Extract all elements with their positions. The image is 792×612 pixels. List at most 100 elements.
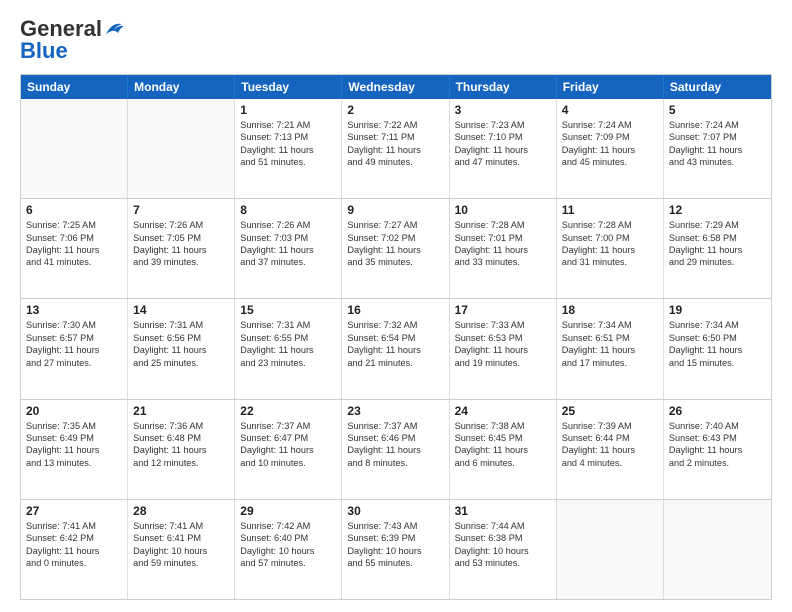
cell-line: Sunrise: 7:39 AM [562,420,658,432]
cell-line: Sunset: 7:02 PM [347,232,443,244]
cell-line: Daylight: 11 hours [669,144,766,156]
weekday-header-tuesday: Tuesday [235,75,342,99]
cell-line: Sunset: 7:01 PM [455,232,551,244]
cell-line: and 15 minutes. [669,357,766,369]
cell-line: and 51 minutes. [240,156,336,168]
day-number: 13 [26,303,122,317]
cell-line: Daylight: 11 hours [562,344,658,356]
day-number: 24 [455,404,551,418]
cell-line: Sunrise: 7:31 AM [240,319,336,331]
calendar-cell: 24Sunrise: 7:38 AMSunset: 6:45 PMDayligh… [450,400,557,499]
cell-line: Sunrise: 7:27 AM [347,219,443,231]
cell-line: Sunset: 6:50 PM [669,332,766,344]
cell-line: Daylight: 11 hours [240,444,336,456]
calendar-cell: 11Sunrise: 7:28 AMSunset: 7:00 PMDayligh… [557,199,664,298]
day-number: 19 [669,303,766,317]
day-number: 26 [669,404,766,418]
cell-line: and 2 minutes. [669,457,766,469]
cell-line: Sunrise: 7:35 AM [26,420,122,432]
cell-line: and 27 minutes. [26,357,122,369]
cell-line: Sunset: 7:11 PM [347,131,443,143]
day-number: 2 [347,103,443,117]
cell-line: Sunset: 6:48 PM [133,432,229,444]
day-number: 6 [26,203,122,217]
day-number: 15 [240,303,336,317]
cell-line: and 21 minutes. [347,357,443,369]
day-number: 27 [26,504,122,518]
calendar-cell: 15Sunrise: 7:31 AMSunset: 6:55 PMDayligh… [235,299,342,398]
cell-line: Sunrise: 7:34 AM [669,319,766,331]
cell-line: Sunrise: 7:40 AM [669,420,766,432]
cell-line: and 41 minutes. [26,256,122,268]
calendar-cell: 4Sunrise: 7:24 AMSunset: 7:09 PMDaylight… [557,99,664,198]
day-number: 5 [669,103,766,117]
cell-line: Daylight: 11 hours [26,344,122,356]
cell-line: and 29 minutes. [669,256,766,268]
cell-line: Daylight: 11 hours [347,444,443,456]
cell-line: and 39 minutes. [133,256,229,268]
cell-line: and 13 minutes. [26,457,122,469]
cell-line: Daylight: 11 hours [562,244,658,256]
cell-line: Sunrise: 7:37 AM [240,420,336,432]
calendar-row-4: 27Sunrise: 7:41 AMSunset: 6:42 PMDayligh… [21,499,771,599]
calendar-cell: 12Sunrise: 7:29 AMSunset: 6:58 PMDayligh… [664,199,771,298]
calendar-cell: 22Sunrise: 7:37 AMSunset: 6:47 PMDayligh… [235,400,342,499]
cell-line: Daylight: 11 hours [133,444,229,456]
cell-line: Sunrise: 7:24 AM [669,119,766,131]
cell-line: Sunset: 7:05 PM [133,232,229,244]
cell-line: and 12 minutes. [133,457,229,469]
day-number: 30 [347,504,443,518]
calendar-row-3: 20Sunrise: 7:35 AMSunset: 6:49 PMDayligh… [21,399,771,499]
cell-line: Sunrise: 7:41 AM [26,520,122,532]
cell-line: Daylight: 11 hours [240,244,336,256]
cell-line: Sunrise: 7:43 AM [347,520,443,532]
day-number: 9 [347,203,443,217]
calendar-cell: 26Sunrise: 7:40 AMSunset: 6:43 PMDayligh… [664,400,771,499]
cell-line: Sunrise: 7:44 AM [455,520,551,532]
day-number: 17 [455,303,551,317]
calendar-cell [128,99,235,198]
cell-line: Sunset: 6:45 PM [455,432,551,444]
header: General Blue [20,16,772,64]
cell-line: Sunrise: 7:30 AM [26,319,122,331]
day-number: 20 [26,404,122,418]
cell-line: Sunset: 6:54 PM [347,332,443,344]
cell-line: and 31 minutes. [562,256,658,268]
calendar-cell: 7Sunrise: 7:26 AMSunset: 7:05 PMDaylight… [128,199,235,298]
cell-line: Sunrise: 7:37 AM [347,420,443,432]
cell-line: and 23 minutes. [240,357,336,369]
cell-line: Sunrise: 7:38 AM [455,420,551,432]
cell-line: Daylight: 11 hours [455,244,551,256]
cell-line: and 59 minutes. [133,557,229,569]
cell-line: Sunrise: 7:34 AM [562,319,658,331]
cell-line: Sunset: 6:40 PM [240,532,336,544]
calendar-cell: 18Sunrise: 7:34 AMSunset: 6:51 PMDayligh… [557,299,664,398]
cell-line: Sunrise: 7:28 AM [562,219,658,231]
day-number: 23 [347,404,443,418]
cell-line: Sunset: 6:42 PM [26,532,122,544]
cell-line: Sunrise: 7:42 AM [240,520,336,532]
calendar-cell: 17Sunrise: 7:33 AMSunset: 6:53 PMDayligh… [450,299,557,398]
cell-line: and 19 minutes. [455,357,551,369]
cell-line: Sunrise: 7:29 AM [669,219,766,231]
calendar-row-1: 6Sunrise: 7:25 AMSunset: 7:06 PMDaylight… [21,198,771,298]
weekday-header-wednesday: Wednesday [342,75,449,99]
cell-line: Sunrise: 7:32 AM [347,319,443,331]
cell-line: Daylight: 11 hours [562,444,658,456]
cell-line: Daylight: 11 hours [669,344,766,356]
calendar-cell: 16Sunrise: 7:32 AMSunset: 6:54 PMDayligh… [342,299,449,398]
weekday-header-saturday: Saturday [664,75,771,99]
cell-line: Sunset: 6:56 PM [133,332,229,344]
calendar-cell: 25Sunrise: 7:39 AMSunset: 6:44 PMDayligh… [557,400,664,499]
cell-line: Sunset: 7:00 PM [562,232,658,244]
cell-line: Sunset: 6:55 PM [240,332,336,344]
day-number: 14 [133,303,229,317]
cell-line: and 33 minutes. [455,256,551,268]
cell-line: Sunrise: 7:41 AM [133,520,229,532]
calendar-cell: 23Sunrise: 7:37 AMSunset: 6:46 PMDayligh… [342,400,449,499]
cell-line: and 0 minutes. [26,557,122,569]
logo-blue: Blue [20,38,68,64]
cell-line: Sunset: 6:43 PM [669,432,766,444]
cell-line: Daylight: 10 hours [240,545,336,557]
cell-line: and 57 minutes. [240,557,336,569]
